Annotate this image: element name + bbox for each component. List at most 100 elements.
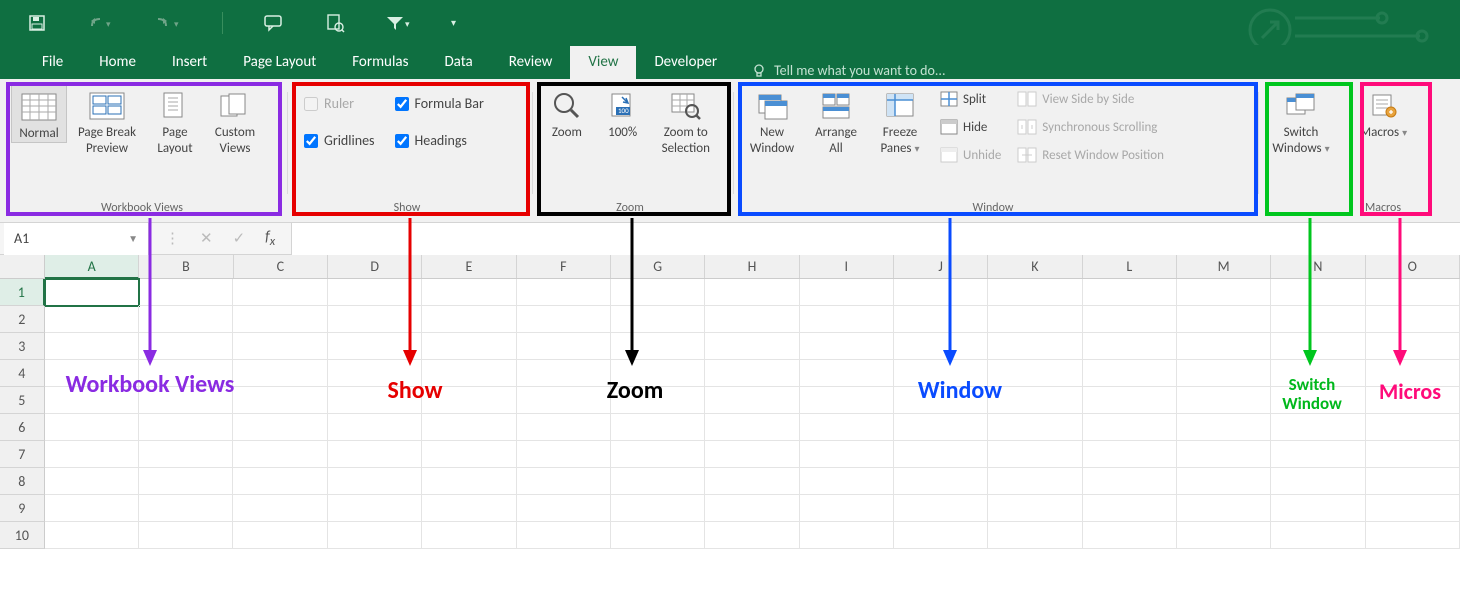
cell-N6[interactable] bbox=[1271, 414, 1365, 441]
cell-L10[interactable] bbox=[1083, 522, 1177, 549]
cell-F1[interactable] bbox=[517, 279, 611, 306]
cell-K6[interactable] bbox=[988, 414, 1082, 441]
cell-B1[interactable] bbox=[139, 279, 233, 306]
undo-icon[interactable]: ▾ bbox=[86, 14, 114, 32]
macros-button[interactable]: Macros bbox=[1358, 85, 1409, 141]
cell-J3[interactable] bbox=[894, 333, 988, 360]
cell-C9[interactable] bbox=[233, 495, 327, 522]
col-header-H[interactable]: H bbox=[705, 255, 799, 278]
cell-G7[interactable] bbox=[611, 441, 705, 468]
cell-M3[interactable] bbox=[1177, 333, 1271, 360]
tab-insert[interactable]: Insert bbox=[154, 46, 225, 79]
cell-N8[interactable] bbox=[1271, 468, 1365, 495]
cell-I5[interactable] bbox=[800, 387, 894, 414]
normal-view-button[interactable]: Normal bbox=[11, 85, 67, 143]
cell-N2[interactable] bbox=[1271, 306, 1365, 333]
col-header-I[interactable]: I bbox=[800, 255, 894, 278]
page-layout-button[interactable]: Page Layout bbox=[147, 85, 203, 157]
formula-bar-checkbox[interactable]: Formula Bar bbox=[393, 91, 486, 116]
cell-L9[interactable] bbox=[1083, 495, 1177, 522]
cell-I8[interactable] bbox=[800, 468, 894, 495]
col-header-G[interactable]: G bbox=[611, 255, 705, 278]
zoom-100-button[interactable]: 100 100% bbox=[597, 85, 649, 141]
cell-F10[interactable] bbox=[517, 522, 611, 549]
cell-J2[interactable] bbox=[894, 306, 988, 333]
cell-F5[interactable] bbox=[517, 387, 611, 414]
col-header-O[interactable]: O bbox=[1366, 255, 1460, 278]
tab-developer[interactable]: Developer bbox=[636, 46, 735, 79]
grid-rows[interactable]: 12345678910 bbox=[0, 279, 1460, 549]
cell-A5[interactable] bbox=[45, 387, 139, 414]
cell-A9[interactable] bbox=[45, 495, 139, 522]
cell-B3[interactable] bbox=[139, 333, 233, 360]
cell-H3[interactable] bbox=[705, 333, 799, 360]
print-preview-icon[interactable] bbox=[325, 13, 345, 33]
cell-I7[interactable] bbox=[800, 441, 894, 468]
cell-M4[interactable] bbox=[1177, 360, 1271, 387]
gridlines-checkbox-input[interactable] bbox=[304, 134, 318, 148]
cell-O8[interactable] bbox=[1366, 468, 1460, 495]
chevron-down-icon[interactable]: ▼ bbox=[128, 232, 138, 245]
hide-button[interactable]: Hide bbox=[936, 117, 1005, 137]
col-header-J[interactable]: J bbox=[894, 255, 988, 278]
column-headers[interactable]: ABCDEFGHIJKLMNO bbox=[45, 255, 1460, 279]
cell-D6[interactable] bbox=[328, 414, 422, 441]
cell-I9[interactable] bbox=[800, 495, 894, 522]
cell-F3[interactable] bbox=[517, 333, 611, 360]
cell-O9[interactable] bbox=[1366, 495, 1460, 522]
cell-F8[interactable] bbox=[517, 468, 611, 495]
cell-D5[interactable] bbox=[328, 387, 422, 414]
cell-E3[interactable] bbox=[422, 333, 516, 360]
select-all-corner[interactable] bbox=[0, 255, 45, 279]
cell-D7[interactable] bbox=[328, 441, 422, 468]
cell-B4[interactable] bbox=[139, 360, 233, 387]
fx-icon[interactable]: fx bbox=[265, 228, 275, 249]
cell-C6[interactable] bbox=[233, 414, 327, 441]
cell-O3[interactable] bbox=[1366, 333, 1460, 360]
tab-home[interactable]: Home bbox=[81, 46, 154, 79]
freeze-panes-button[interactable]: Freeze Panes bbox=[870, 85, 930, 157]
cell-N3[interactable] bbox=[1271, 333, 1365, 360]
redo-icon[interactable]: ▾ bbox=[154, 14, 182, 32]
cell-G1[interactable] bbox=[611, 279, 705, 306]
cell-F7[interactable] bbox=[517, 441, 611, 468]
cell-I4[interactable] bbox=[800, 360, 894, 387]
zoom-button[interactable]: Zoom bbox=[541, 85, 593, 141]
split-button[interactable]: Split bbox=[936, 89, 1005, 109]
comment-icon[interactable] bbox=[263, 14, 285, 32]
cell-C10[interactable] bbox=[233, 522, 327, 549]
cell-G4[interactable] bbox=[611, 360, 705, 387]
cell-K8[interactable] bbox=[988, 468, 1082, 495]
cell-C3[interactable] bbox=[233, 333, 327, 360]
cell-E6[interactable] bbox=[422, 414, 516, 441]
cell-L6[interactable] bbox=[1083, 414, 1177, 441]
cell-F2[interactable] bbox=[517, 306, 611, 333]
cell-L7[interactable] bbox=[1083, 441, 1177, 468]
cell-M10[interactable] bbox=[1177, 522, 1271, 549]
cell-D1[interactable] bbox=[328, 279, 422, 306]
cell-K2[interactable] bbox=[988, 306, 1082, 333]
zoom-to-selection-button[interactable]: Zoom to Selection bbox=[653, 85, 719, 157]
cell-G6[interactable] bbox=[611, 414, 705, 441]
cell-H1[interactable] bbox=[705, 279, 799, 306]
row-header-2[interactable]: 2 bbox=[0, 306, 45, 333]
cell-H10[interactable] bbox=[705, 522, 799, 549]
cell-A1[interactable] bbox=[45, 279, 139, 306]
cell-M7[interactable] bbox=[1177, 441, 1271, 468]
cell-B6[interactable] bbox=[139, 414, 233, 441]
save-icon[interactable] bbox=[28, 14, 46, 32]
switch-windows-button[interactable]: Switch Windows bbox=[1267, 85, 1335, 157]
row-header-5[interactable]: 5 bbox=[0, 387, 45, 414]
cell-N5[interactable] bbox=[1271, 387, 1365, 414]
cell-M6[interactable] bbox=[1177, 414, 1271, 441]
tab-view[interactable]: View bbox=[570, 46, 636, 79]
cell-O4[interactable] bbox=[1366, 360, 1460, 387]
col-header-F[interactable]: F bbox=[517, 255, 611, 278]
row-header-4[interactable]: 4 bbox=[0, 360, 45, 387]
cell-O5[interactable] bbox=[1366, 387, 1460, 414]
cell-N9[interactable] bbox=[1271, 495, 1365, 522]
row-header-8[interactable]: 8 bbox=[0, 468, 45, 495]
cell-A7[interactable] bbox=[45, 441, 139, 468]
cell-D2[interactable] bbox=[328, 306, 422, 333]
cell-L4[interactable] bbox=[1083, 360, 1177, 387]
